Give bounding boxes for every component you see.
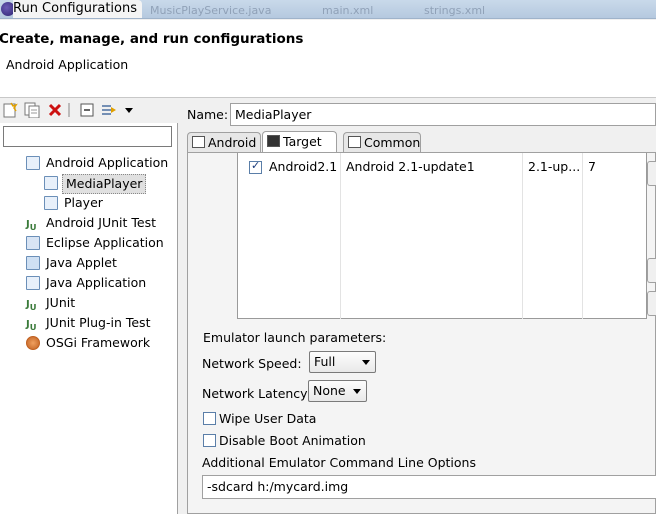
background-tab: strings.xml bbox=[424, 4, 486, 17]
wipe-user-data-label: Wipe User Data bbox=[219, 411, 317, 426]
tree-item-android-application[interactable]: Android Application bbox=[26, 154, 176, 172]
tree-item-osgi-framework[interactable]: OSGi Framework bbox=[26, 334, 176, 352]
avd-target: Android 2.1-update1 bbox=[346, 159, 475, 174]
column-divider bbox=[582, 153, 583, 319]
filter-icon[interactable] bbox=[101, 102, 117, 118]
duplicate-icon[interactable] bbox=[24, 102, 40, 119]
tree-item-label: Player bbox=[64, 195, 103, 210]
column-divider bbox=[340, 153, 341, 319]
android-tab-icon bbox=[192, 136, 205, 148]
wipe-user-data-checkbox[interactable] bbox=[203, 412, 216, 425]
header-title: Create, manage, and run configurations bbox=[0, 31, 304, 47]
window-title: Run Configurations bbox=[13, 0, 142, 18]
common-tab-icon bbox=[348, 136, 361, 148]
network-speed-value: Full bbox=[314, 354, 336, 369]
android-config-icon bbox=[44, 176, 58, 190]
avd-checkbox[interactable] bbox=[249, 159, 262, 174]
background-tab: main.xml bbox=[322, 4, 374, 17]
tree-item-android-junit-test[interactable]: JU Android JUnit Test bbox=[26, 214, 176, 232]
config-toolbar bbox=[0, 98, 178, 123]
tab-label: Common bbox=[364, 135, 421, 150]
java-app-icon bbox=[26, 276, 40, 290]
disable-boot-animation-checkbox[interactable] bbox=[203, 434, 216, 447]
avd-platform: 2.1-up... bbox=[528, 159, 581, 174]
tab-label: Android bbox=[208, 135, 257, 150]
configuration-list-pane: Android Application MediaPlayer Player J… bbox=[0, 98, 178, 514]
tree-item-label: MediaPlayer bbox=[62, 174, 147, 194]
tab-android[interactable]: Android bbox=[187, 132, 261, 152]
title-bar: MusicPlayService.java main.xml strings.x… bbox=[0, 0, 656, 19]
android-app-icon bbox=[26, 156, 40, 170]
tree-item-label: Java Application bbox=[46, 275, 147, 290]
tree-item-label: Eclipse Application bbox=[46, 235, 164, 250]
new-config-icon[interactable] bbox=[2, 102, 18, 118]
avd-manager-button[interactable] bbox=[647, 161, 656, 186]
tree-item-label: OSGi Framework bbox=[46, 335, 151, 350]
disable-boot-animation-label: Disable Boot Animation bbox=[219, 433, 366, 448]
filter-input[interactable] bbox=[3, 126, 172, 147]
collapse-all-icon[interactable] bbox=[79, 102, 95, 118]
java-applet-icon bbox=[26, 256, 40, 270]
tab-target[interactable]: Target bbox=[262, 131, 337, 153]
delete-icon[interactable] bbox=[47, 102, 63, 118]
tree-item-label: Android Application bbox=[46, 155, 169, 170]
emulator-group-label: Emulator launch parameters: bbox=[203, 330, 387, 345]
dropdown-icon[interactable] bbox=[122, 102, 138, 118]
network-latency-value: None bbox=[313, 383, 346, 398]
tree-item-player[interactable]: Player bbox=[44, 194, 176, 212]
avd-table: Android2.1 Android 2.1-update1 2.1-up...… bbox=[237, 153, 647, 319]
tree-item-label: JUnit Plug-in Test bbox=[46, 315, 151, 330]
tab-common[interactable]: Common bbox=[343, 132, 421, 152]
tree-item-label: Android JUnit Test bbox=[46, 215, 157, 230]
chevron-down-icon bbox=[353, 389, 361, 394]
dialog-header: Create, manage, and run configurations A… bbox=[0, 20, 656, 98]
column-divider bbox=[522, 153, 523, 319]
name-label: Name: bbox=[187, 107, 229, 122]
android-config-icon bbox=[44, 196, 58, 210]
tree-item-java-applet[interactable]: Java Applet bbox=[26, 254, 176, 272]
toolbar-separator bbox=[68, 103, 70, 117]
tree-item-java-application[interactable]: Java Application bbox=[26, 274, 176, 292]
tree-item-eclipse-application[interactable]: Eclipse Application bbox=[26, 234, 176, 252]
network-speed-label: Network Speed: bbox=[202, 356, 302, 371]
avd-api-level: 7 bbox=[588, 159, 596, 174]
eclipse-app-icon bbox=[26, 236, 40, 250]
tree-item-label: Java Applet bbox=[46, 255, 117, 270]
background-tab: MusicPlayService.java bbox=[150, 4, 272, 17]
tree-item-junit-plugin-test[interactable]: JU JUnit Plug-in Test bbox=[26, 314, 176, 332]
additional-options-input[interactable]: -sdcard h:/mycard.img bbox=[202, 475, 656, 499]
network-latency-select[interactable]: None bbox=[308, 380, 367, 402]
additional-options-label: Additional Emulator Command Line Options bbox=[202, 455, 476, 470]
chevron-down-icon bbox=[362, 360, 370, 365]
target-tab-icon bbox=[267, 135, 280, 147]
tab-label: Target bbox=[283, 134, 322, 149]
tree-item-junit[interactable]: JU JUnit bbox=[26, 294, 176, 312]
header-subtitle: Android Application bbox=[6, 57, 129, 72]
refresh-button[interactable] bbox=[647, 258, 656, 283]
osgi-icon bbox=[26, 336, 40, 350]
tree-item-mediaplayer[interactable]: MediaPlayer bbox=[44, 174, 176, 194]
tree-item-label: JUnit bbox=[46, 295, 76, 310]
junit-icon: JU bbox=[26, 299, 37, 312]
network-latency-label: Network Latency: bbox=[202, 386, 311, 401]
network-speed-select[interactable]: Full bbox=[309, 351, 376, 373]
name-input[interactable]: MediaPlayer bbox=[230, 103, 656, 126]
android-junit-icon: JU bbox=[26, 219, 37, 232]
configuration-editor: Name: MediaPlayer Android Target Common … bbox=[181, 98, 656, 514]
junit-plugin-icon: JU bbox=[26, 319, 37, 332]
side-button[interactable] bbox=[647, 291, 656, 316]
avd-name: Android2.1 bbox=[269, 159, 338, 174]
target-tab-content: Android2.1 Android 2.1-update1 2.1-up...… bbox=[187, 152, 656, 514]
